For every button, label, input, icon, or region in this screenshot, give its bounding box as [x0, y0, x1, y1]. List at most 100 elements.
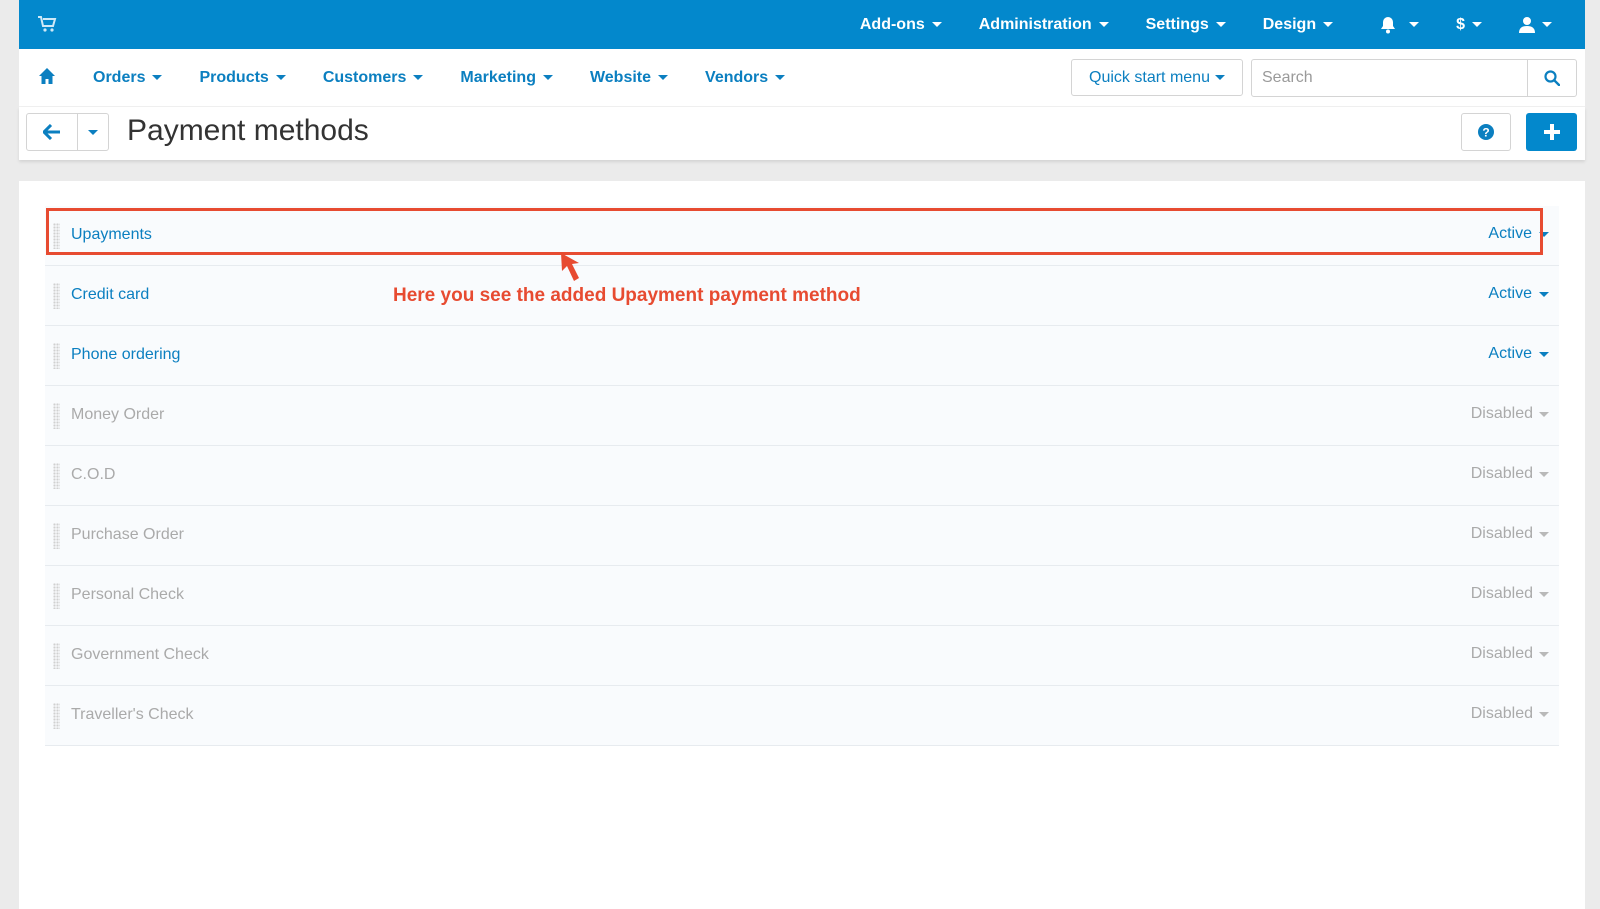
status-dropdown[interactable]: Disabled — [1471, 645, 1549, 663]
chevron-down-icon — [1539, 591, 1549, 597]
status-dropdown[interactable]: Active — [1488, 285, 1549, 303]
chevron-down-icon — [88, 129, 98, 135]
chevron-down-icon — [1539, 411, 1549, 417]
payment-method-name[interactable]: Money Order — [71, 406, 164, 424]
drag-handle-icon[interactable] — [53, 343, 60, 369]
status-label: Active — [1488, 225, 1532, 242]
status-dropdown[interactable]: Disabled — [1471, 465, 1549, 483]
chevron-down-icon — [1539, 711, 1549, 717]
drag-handle-icon[interactable] — [53, 583, 60, 609]
payment-method-name[interactable]: Personal Check — [71, 586, 184, 604]
status-label: Disabled — [1470, 645, 1533, 662]
chevron-down-icon — [1539, 351, 1549, 357]
chevron-down-icon — [413, 75, 424, 80]
drag-handle-icon[interactable] — [53, 703, 60, 729]
list-item: Traveller's Check Disabled — [45, 686, 1559, 746]
payment-method-name[interactable]: Credit card — [71, 286, 149, 304]
chevron-down-icon — [1539, 651, 1549, 657]
drag-handle-icon[interactable] — [53, 523, 60, 549]
drag-handle-icon[interactable] — [53, 403, 60, 429]
question-circle-icon: ? — [1478, 124, 1494, 140]
top-menu-addons[interactable]: Add-ons — [860, 16, 942, 34]
status-label: Disabled — [1470, 525, 1533, 542]
status-dropdown[interactable]: Disabled — [1471, 525, 1549, 543]
user-icon — [1519, 17, 1535, 33]
cart-icon[interactable] — [37, 14, 57, 34]
nav-label: Marketing — [460, 68, 536, 86]
list-item: C.O.D Disabled — [45, 446, 1559, 506]
chevron-down-icon — [658, 75, 669, 80]
nav-orders[interactable]: Orders — [93, 69, 163, 87]
payment-method-name[interactable]: Purchase Order — [71, 526, 184, 544]
chevron-down-icon — [275, 75, 286, 80]
home-icon[interactable] — [38, 67, 56, 85]
annotation-text: Here you see the added Upayment payment … — [393, 285, 861, 306]
payment-method-name[interactable]: Government Check — [71, 646, 209, 664]
chevron-down-icon — [542, 75, 553, 80]
user-menu[interactable] — [1519, 16, 1552, 33]
arrow-left-icon — [43, 124, 60, 140]
payment-method-name[interactable]: Phone ordering — [71, 346, 180, 364]
chevron-down-icon — [1539, 471, 1549, 477]
annotation-arrow-icon — [561, 253, 579, 281]
status-label: Disabled — [1470, 465, 1533, 482]
top-menu-settings[interactable]: Settings — [1146, 16, 1226, 34]
chevron-down-icon — [775, 75, 786, 80]
payment-method-name[interactable]: Traveller's Check — [71, 706, 194, 724]
quick-start-label: Quick start menu — [1089, 68, 1210, 86]
search-button[interactable] — [1527, 60, 1576, 96]
status-label: Disabled — [1470, 705, 1533, 722]
search-icon — [1544, 70, 1560, 86]
quick-start-menu-button[interactable]: Quick start menu — [1071, 59, 1243, 96]
chevron-down-icon — [931, 22, 942, 27]
drag-handle-icon[interactable] — [53, 283, 60, 309]
drag-handle-icon[interactable] — [53, 223, 60, 249]
notifications-button[interactable] — [1379, 16, 1420, 34]
payment-method-name[interactable]: Upayments — [71, 226, 152, 244]
top-menu-label: Settings — [1145, 15, 1209, 33]
status-label: Active — [1488, 285, 1532, 302]
chevron-down-icon — [1542, 22, 1552, 27]
status-dropdown[interactable]: Disabled — [1471, 405, 1549, 423]
main-nav: Orders Products Customers Marketing Webs… — [19, 49, 1585, 107]
chevron-down-icon — [1098, 22, 1109, 27]
chevron-down-icon — [1472, 22, 1482, 27]
nav-customers[interactable]: Customers — [323, 69, 424, 87]
drag-handle-icon[interactable] — [53, 463, 60, 489]
nav-label: Customers — [322, 68, 407, 86]
back-dropdown-button[interactable] — [78, 114, 108, 150]
nav-label: Vendors — [705, 68, 769, 86]
list-item: Personal Check Disabled — [45, 566, 1559, 626]
currency-menu[interactable]: $ — [1456, 16, 1482, 34]
nav-vendors[interactable]: Vendors — [705, 68, 786, 87]
admin-window: Add-ons Administration Settings Design $… — [19, 0, 1585, 909]
status-dropdown[interactable]: Disabled — [1471, 705, 1549, 723]
search-box — [1251, 59, 1577, 97]
help-button[interactable]: ? — [1461, 113, 1511, 151]
drag-handle-icon[interactable] — [53, 643, 60, 669]
status-dropdown[interactable]: Disabled — [1471, 585, 1549, 603]
list-item: Upayments Active — [45, 206, 1559, 266]
top-menu-label: Add-ons — [859, 15, 925, 33]
back-button[interactable] — [27, 114, 78, 150]
top-menu-administration[interactable]: Administration — [979, 16, 1109, 34]
payment-method-name[interactable]: C.O.D — [71, 466, 115, 484]
search-input[interactable] — [1252, 60, 1525, 96]
top-bar: Add-ons Administration Settings Design $ — [19, 0, 1585, 49]
plus-icon — [1543, 124, 1560, 140]
top-menu-label: Administration — [978, 15, 1092, 33]
status-label: Disabled — [1470, 585, 1533, 602]
back-button-group — [26, 113, 109, 151]
status-dropdown[interactable]: Active — [1488, 225, 1549, 243]
nav-marketing[interactable]: Marketing — [460, 69, 553, 87]
nav-website[interactable]: Website — [590, 69, 669, 87]
list-item: Phone ordering Active — [45, 326, 1559, 386]
status-dropdown[interactable]: Active — [1488, 345, 1549, 363]
title-bar: Payment methods ? — [19, 107, 1585, 160]
content-panel: Upayments Active Credit card Active Phon… — [19, 181, 1585, 909]
nav-label: Products — [199, 68, 269, 86]
nav-products[interactable]: Products — [199, 68, 286, 87]
add-payment-method-button[interactable] — [1526, 113, 1577, 151]
top-menu-design[interactable]: Design — [1263, 16, 1334, 34]
chevron-down-icon — [1539, 291, 1549, 297]
